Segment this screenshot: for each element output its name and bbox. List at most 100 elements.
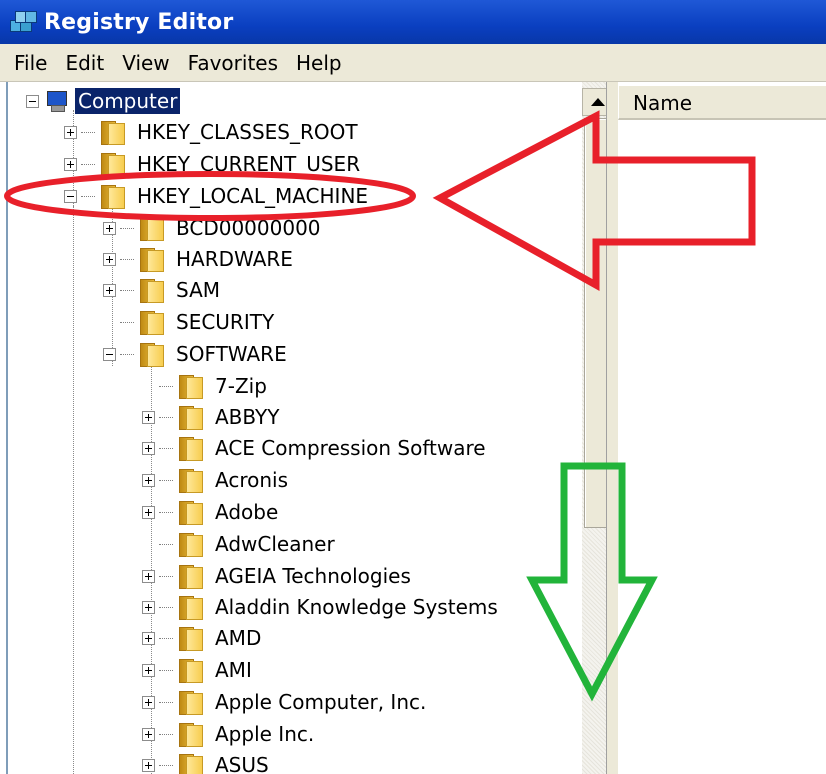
tree-item-label: AMI xyxy=(215,658,252,682)
tree-item-software[interactable]: SOFTWARE xyxy=(103,339,287,369)
folder-icon xyxy=(177,594,203,620)
folder-icon xyxy=(138,215,164,241)
tree-item-label: HKEY_CLASSES_ROOT xyxy=(137,120,358,144)
tree-item-adwcleaner[interactable]: AdwCleaner xyxy=(142,529,335,559)
scroll-up-button[interactable] xyxy=(582,88,608,116)
folder-icon xyxy=(138,341,164,367)
tree-item-apple-computer[interactable]: Apple Computer, Inc. xyxy=(142,687,426,717)
tree-item-label: AGEIA Technologies xyxy=(215,564,411,588)
expand-icon[interactable] xyxy=(142,410,155,424)
collapse-icon[interactable] xyxy=(26,94,39,108)
tree-guide-line xyxy=(73,206,74,774)
menu-file[interactable]: File xyxy=(14,51,47,75)
tree-item-label: Acronis xyxy=(215,468,288,492)
folder-icon xyxy=(99,183,125,209)
expand-icon[interactable] xyxy=(142,727,155,741)
folder-icon xyxy=(177,435,203,461)
folder-icon xyxy=(177,689,203,715)
tree-item-label: Computer xyxy=(75,88,181,114)
tree-item-label: Apple Computer, Inc. xyxy=(215,690,427,714)
folder-icon xyxy=(99,119,125,145)
title-bar: Registry Editor xyxy=(0,0,826,44)
menu-view[interactable]: View xyxy=(122,51,169,75)
column-header-name[interactable]: Name xyxy=(618,86,826,120)
values-pane[interactable]: Name xyxy=(618,82,826,774)
tree-item-label: Adobe xyxy=(215,500,279,524)
tree-item-label: BCD00000000 xyxy=(176,216,321,240)
expand-icon[interactable] xyxy=(142,695,155,709)
tree-item-label: SECURITY xyxy=(176,310,275,334)
expand-icon[interactable] xyxy=(142,600,155,614)
tree-item-acronis[interactable]: Acronis xyxy=(142,465,288,495)
expand-icon[interactable] xyxy=(142,569,155,583)
folder-icon xyxy=(138,309,164,335)
folder-icon xyxy=(99,151,125,177)
registry-tree[interactable]: Computer HKEY_CLASSES_ROOT HKEY_CURRENT_… xyxy=(6,82,608,774)
tree-item-hkey-local-machine[interactable]: HKEY_LOCAL_MACHINE xyxy=(64,181,368,211)
tree-item-apple-inc[interactable]: Apple Inc. xyxy=(142,719,314,749)
expand-icon[interactable] xyxy=(103,283,116,297)
scroll-thumb[interactable] xyxy=(584,118,608,528)
expand-icon[interactable] xyxy=(64,157,77,171)
expand-icon[interactable] xyxy=(142,441,155,455)
tree-item-label: Aladdin Knowledge Systems xyxy=(215,595,498,619)
tree-item-computer[interactable]: Computer xyxy=(26,86,181,116)
folder-icon xyxy=(177,404,203,430)
expand-icon[interactable] xyxy=(103,221,116,235)
expand-icon[interactable] xyxy=(142,663,155,677)
tree-item-ageia[interactable]: AGEIA Technologies xyxy=(142,561,411,591)
tree-item-label: SOFTWARE xyxy=(176,342,287,366)
folder-icon xyxy=(138,246,164,272)
tree-item-label: HKEY_LOCAL_MACHINE xyxy=(137,184,369,208)
computer-icon xyxy=(43,90,69,112)
tree-item-asus[interactable]: ASUS xyxy=(142,750,269,774)
vertical-scrollbar[interactable] xyxy=(582,82,608,774)
tree-item-amd[interactable]: AMD xyxy=(142,623,261,653)
tree-item-ami[interactable]: AMI xyxy=(142,655,252,685)
folder-icon xyxy=(177,721,203,747)
menu-help[interactable]: Help xyxy=(296,51,342,75)
tree-item-hardware[interactable]: HARDWARE xyxy=(103,244,293,274)
tree-item-label: 7-Zip xyxy=(215,374,267,398)
tree-item-label: AdwCleaner xyxy=(215,532,335,556)
tree-item-label: AMD xyxy=(215,626,262,650)
tree-item-7zip[interactable]: 7-Zip xyxy=(142,371,267,401)
tree-item-abbyy[interactable]: ABBYY xyxy=(142,402,279,432)
folder-icon xyxy=(177,752,203,774)
folder-icon xyxy=(177,625,203,651)
menu-favorites[interactable]: Favorites xyxy=(188,51,278,75)
tree-item-label: HARDWARE xyxy=(176,247,293,271)
folder-icon xyxy=(177,499,203,525)
folder-icon xyxy=(177,531,203,557)
expand-icon[interactable] xyxy=(142,631,155,645)
folder-icon xyxy=(177,563,203,589)
collapse-icon[interactable] xyxy=(64,189,77,203)
expand-icon[interactable] xyxy=(64,125,77,139)
tree-item-hkey-current-user[interactable]: HKEY_CURRENT_USER xyxy=(64,149,360,179)
tree-item-label: HKEY_CURRENT_USER xyxy=(137,152,361,176)
menu-edit[interactable]: Edit xyxy=(65,51,104,75)
tree-item-adobe[interactable]: Adobe xyxy=(142,497,278,527)
tree-item-aladdin[interactable]: Aladdin Knowledge Systems xyxy=(142,592,498,622)
folder-icon xyxy=(177,657,203,683)
expand-icon[interactable] xyxy=(142,505,155,519)
tree-item-label: SAM xyxy=(176,278,221,302)
tree-item-label: Apple Inc. xyxy=(215,722,315,746)
tree-item-security[interactable]: SECURITY xyxy=(103,307,274,337)
tree-item-sam[interactable]: SAM xyxy=(103,275,220,305)
arrow-up-icon xyxy=(591,98,605,106)
folder-icon xyxy=(177,467,203,493)
expand-icon[interactable] xyxy=(142,473,155,487)
folder-icon xyxy=(138,277,164,303)
registry-editor-icon xyxy=(8,8,38,36)
collapse-icon[interactable] xyxy=(103,347,116,361)
tree-item-bcd[interactable]: BCD00000000 xyxy=(103,213,321,243)
tree-item-hkey-classes-root[interactable]: HKEY_CLASSES_ROOT xyxy=(64,117,358,147)
tree-item-ace[interactable]: ACE Compression Software xyxy=(142,433,486,463)
folder-icon xyxy=(177,373,203,399)
tree-item-label: ABBYY xyxy=(215,405,280,429)
window-title: Registry Editor xyxy=(44,9,234,35)
expand-icon[interactable] xyxy=(142,758,155,772)
expand-icon[interactable] xyxy=(103,252,116,266)
menu-bar: File Edit View Favorites Help xyxy=(0,44,826,82)
